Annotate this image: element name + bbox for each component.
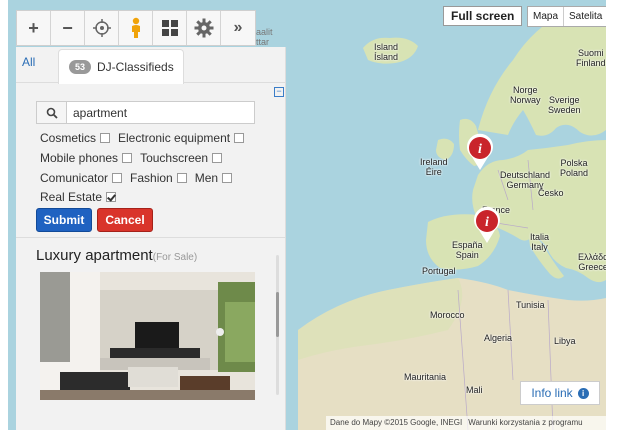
- map-type-map-button[interactable]: Mapa: [528, 7, 563, 26]
- search-icon: [46, 107, 58, 119]
- map-label-finland: Suomi Finland: [576, 48, 606, 68]
- category-row-4: Real Estate: [40, 189, 124, 205]
- map-toolbar: + − »: [16, 10, 256, 46]
- map-peek-text: aalit ttar: [256, 27, 273, 47]
- category-comunicator[interactable]: Comunicator: [40, 171, 123, 185]
- category-label: Men: [194, 171, 219, 185]
- checkbox[interactable]: [100, 133, 111, 143]
- info-link[interactable]: Info link i: [520, 381, 600, 405]
- search-box: [36, 101, 255, 124]
- panel-divider: [16, 237, 286, 238]
- panel-tabs: All 53 DJ-Classifieds: [16, 47, 286, 84]
- map-app: Island Ísland Norge Norway Sverige Swede…: [8, 0, 606, 430]
- map-label-mali: Mali: [466, 385, 483, 395]
- category-label: Electronic equipment: [118, 131, 231, 145]
- map-attribution: Dane do Mapy ©2015 Google, INEGI Warunki …: [326, 416, 606, 430]
- category-row-2: Mobile phones Touchscreen: [40, 150, 230, 166]
- listing-photo[interactable]: [40, 272, 255, 400]
- category-men[interactable]: Men: [194, 171, 233, 185]
- info-icon: i: [577, 387, 589, 399]
- category-row-1: Cosmetics Electronic equipment: [40, 130, 252, 146]
- map-label-iceland: Island Ísland: [374, 42, 399, 62]
- checkbox[interactable]: [112, 173, 123, 183]
- tab-all[interactable]: All: [22, 55, 35, 69]
- tab-dj-classifieds-label: DJ-Classifieds: [97, 60, 174, 74]
- category-electronic[interactable]: Electronic equipment: [118, 131, 245, 145]
- pegman-icon: [131, 17, 140, 38]
- category-fashion[interactable]: Fashion: [130, 171, 187, 185]
- category-cosmetics[interactable]: Cosmetics: [40, 131, 111, 145]
- listing-title[interactable]: Luxury apartment(For Sale): [36, 247, 197, 264]
- chevron-double-right-icon: »: [233, 19, 243, 36]
- map-label-portugal: Portugal: [422, 266, 456, 276]
- classifieds-panel: All 53 DJ-Classifieds − Cosmetics Electr…: [16, 47, 286, 430]
- crosshair-icon: [92, 19, 111, 37]
- cancel-button[interactable]: Cancel: [97, 208, 153, 232]
- listing-scrollbar-thumb[interactable]: [276, 292, 279, 337]
- map-pin-uk[interactable]: i: [465, 133, 495, 171]
- info-link-label: Info link: [531, 386, 573, 400]
- attribution-data: Dane do Mapy ©2015 Google, INEGI: [330, 418, 463, 427]
- expand-button[interactable]: »: [221, 11, 255, 45]
- map-pin-france[interactable]: i: [472, 206, 502, 244]
- zoom-in-button[interactable]: +: [17, 11, 51, 45]
- grid-icon: [161, 20, 178, 36]
- map-label-algeria: Algeria: [484, 333, 513, 343]
- map-label-poland: Polska Poland: [560, 158, 589, 178]
- checkbox[interactable]: [176, 173, 187, 183]
- checkbox[interactable]: [122, 153, 133, 163]
- map-label-morocco: Morocco: [430, 310, 465, 320]
- grid-view-button[interactable]: [153, 11, 187, 45]
- map-label-sweden: Sverige Sweden: [548, 95, 581, 115]
- submit-button[interactable]: Submit: [36, 208, 92, 232]
- map-label-czech: Česko: [538, 188, 564, 198]
- fullscreen-button[interactable]: Full screen: [443, 6, 523, 26]
- category-label: Touchscreen: [140, 151, 209, 165]
- checkbox[interactable]: [234, 133, 245, 143]
- map-label-norway: Norge Norway: [510, 85, 541, 105]
- category-touchscreen[interactable]: Touchscreen: [140, 151, 223, 165]
- checkbox[interactable]: [222, 173, 233, 183]
- category-label: Comunicator: [40, 171, 109, 185]
- svg-text:i: i: [485, 215, 489, 230]
- count-badge: 53: [69, 60, 92, 74]
- tab-dj-classifieds[interactable]: 53 DJ-Classifieds: [58, 49, 184, 84]
- street-view-button[interactable]: [119, 11, 153, 45]
- category-label: Fashion: [130, 171, 173, 185]
- map-type-satellite-button[interactable]: Satelita: [563, 7, 606, 26]
- category-mobile[interactable]: Mobile phones: [40, 151, 133, 165]
- search-input[interactable]: [67, 102, 254, 123]
- checkbox-checked[interactable]: [106, 192, 117, 202]
- map-label-ireland: Ireland Éire: [420, 157, 448, 177]
- terms-link[interactable]: Warunki korzystania z programu: [468, 418, 582, 427]
- category-real-estate[interactable]: Real Estate: [40, 190, 117, 204]
- map-label-mauritania: Mauritania: [404, 372, 447, 382]
- map-type-switch: Mapa Satelita: [527, 6, 606, 27]
- map-label-germany: Deutschland Germany: [500, 170, 551, 190]
- listing-title-text: Luxury apartment: [36, 247, 153, 264]
- settings-button[interactable]: [187, 11, 221, 45]
- map-label-tunisia: Tunisia: [516, 300, 545, 310]
- listing-type: (For Sale): [152, 252, 198, 263]
- category-label: Cosmetics: [40, 131, 97, 145]
- checkbox[interactable]: [212, 153, 223, 163]
- search-button[interactable]: [37, 102, 67, 123]
- minus-icon: −: [62, 17, 73, 38]
- map-label-italy: Italia Italy: [530, 232, 550, 252]
- plus-icon: +: [28, 17, 39, 38]
- map-label-greece: Ελλάδα Greece: [578, 252, 606, 272]
- gear-icon: [194, 18, 213, 38]
- collapse-icon[interactable]: −: [274, 87, 284, 97]
- category-label: Mobile phones: [40, 151, 119, 165]
- category-label: Real Estate: [40, 190, 103, 204]
- map-label-libya: Libya: [554, 336, 576, 346]
- zoom-out-button[interactable]: −: [51, 11, 85, 45]
- category-row-3: Comunicator Fashion Men: [40, 170, 240, 186]
- locate-button[interactable]: [85, 11, 119, 45]
- svg-text:i: i: [478, 142, 482, 157]
